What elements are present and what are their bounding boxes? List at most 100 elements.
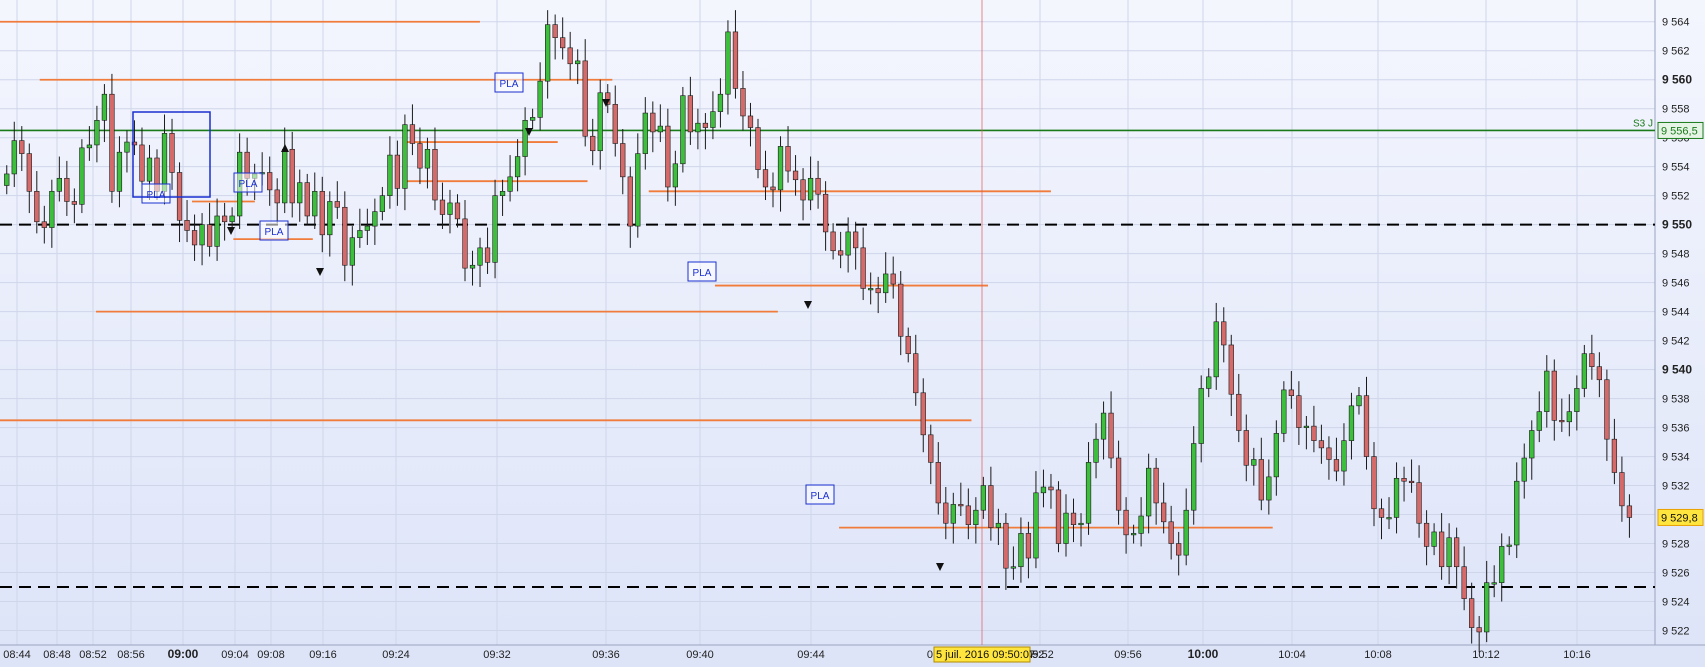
candle-body [4,173,10,186]
candle-body [680,95,686,165]
y-tick-label: 9 560 [1662,73,1692,87]
candle-body [499,191,506,196]
candle-body [1033,492,1039,559]
x-tick-label: 10:16 [1563,649,1591,661]
candle-body [394,154,401,189]
candle-body [1003,522,1009,569]
y-tick-label: 9 554 [1662,162,1690,174]
candle-body [41,221,47,228]
y-tick-label: 9 528 [1662,539,1690,551]
candle-body [545,24,551,82]
x-tick-label: 09:16 [309,649,337,661]
candle-body [1273,433,1279,478]
candle-body [26,153,32,192]
candle-body [379,195,386,212]
candle-body [830,231,836,252]
candle-body [1213,321,1219,378]
candle-body [1303,425,1310,428]
x-tick-label: 09:00 [168,647,199,661]
x-tick-label: 10:12 [1472,649,1500,661]
price-tag-label: 9 556,5 [1661,125,1698,137]
candle-body [612,104,618,144]
candle-body [965,505,971,525]
candle-body [1093,438,1099,463]
candle-body [943,502,949,524]
candle-body [372,211,378,227]
x-tick-label: 09:40 [686,649,714,661]
candle-body [1333,459,1340,472]
candle-body [650,112,656,133]
candle-body [800,179,806,201]
candle-body [1611,438,1618,473]
candle-body [11,140,17,175]
candle-body [620,143,626,178]
candle-body [1085,462,1092,524]
candle-body [319,191,325,236]
candle-body [161,133,168,192]
y-tick-label: 9 562 [1662,46,1690,58]
candle-body [1025,533,1032,559]
candle-body [477,247,483,266]
candle-body [1604,379,1610,440]
candle-body [1123,509,1129,536]
pla-label: PLA [239,179,258,190]
candle-body [1416,482,1422,524]
candle-body [146,157,153,182]
candle-body [1228,344,1234,395]
y-tick-label: 9 564 [1662,17,1690,29]
candle-body [342,206,348,266]
candle-body [364,225,370,231]
candle-body [1386,517,1392,520]
candle-body [1469,598,1475,628]
candle-body [1626,505,1633,518]
candle-body [928,434,934,463]
candle-body [1551,370,1557,421]
candle-body [124,141,130,153]
candle-body [1176,543,1182,556]
candle-body [1574,388,1580,412]
x-tick-label: 08:56 [117,649,145,661]
candle-body [1589,353,1595,368]
candle-body [221,215,228,223]
candle-body [1138,515,1144,534]
candle-body [86,144,93,149]
y-tick-label: 9 544 [1662,307,1690,319]
candle-body [34,191,40,223]
candle-body [552,24,558,38]
y-tick-label: 9 534 [1662,452,1690,464]
candle-body [1378,508,1385,518]
chart-svg[interactable]: 9 5229 5249 5269 5289 5309 5329 5349 536… [0,0,1705,667]
crosshair-suffix: 52 [1032,649,1044,661]
candle-body [267,172,273,191]
candle-body [822,193,829,233]
candle-body [1258,459,1264,501]
x-tick-label: 10:00 [1188,647,1219,661]
candle-body [71,201,77,205]
candlestick-chart[interactable]: 9 5229 5249 5269 5289 5309 5329 5349 536… [0,0,1705,667]
pla-label: PLA [265,227,284,238]
candle-body [56,177,62,192]
x-tick-label: 09:32 [483,649,511,661]
candle-body [635,153,641,227]
candle-body [1251,459,1257,466]
candle-body [492,195,498,263]
y-tick-label: 9 536 [1662,423,1690,435]
candle-body [101,93,108,121]
candle-body [1423,522,1430,547]
candle-body [1401,478,1407,482]
candle-body [439,199,446,215]
candle-body [1100,412,1107,440]
candle-body [1499,546,1505,583]
candle-body [1055,489,1062,544]
candle-body [665,125,671,188]
candle-body [1476,627,1482,633]
candle-body [304,182,310,217]
candle-body [1040,486,1047,494]
candle-body [289,148,295,204]
candle-body [853,231,859,249]
candle-body [19,140,25,154]
candle-body [875,288,881,294]
candle-body [935,462,941,504]
x-tick-label: 08:48 [43,649,71,661]
candle-body [973,509,979,525]
